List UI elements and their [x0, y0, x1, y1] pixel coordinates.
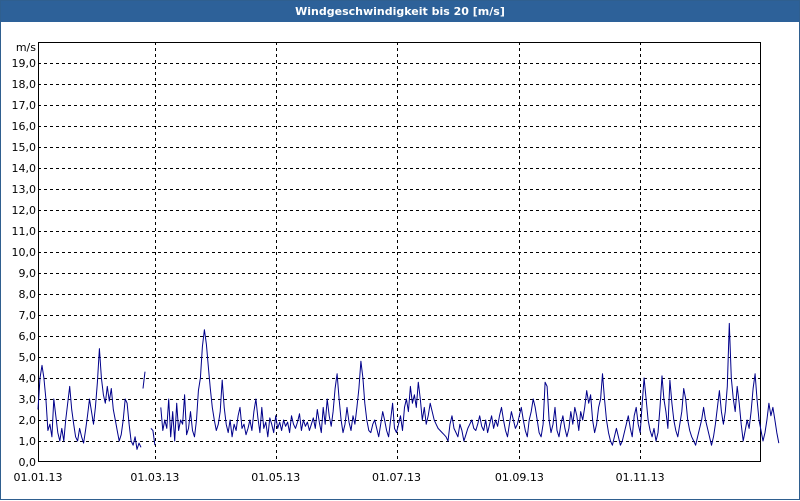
x-tick-label: 01.05.13 [251, 471, 300, 484]
x-tick-label: 01.09.13 [495, 471, 544, 484]
y-tick-label: 11,0 [12, 225, 37, 238]
y-tick-label: 12,0 [12, 204, 37, 217]
y-tick-label: 5,0 [19, 351, 37, 364]
y-tick-label: 14,0 [12, 162, 37, 175]
y-tick-label: 15,0 [12, 141, 37, 154]
wind-speed-series-segment [37, 348, 142, 450]
wind-speed-series-segment [150, 428, 156, 446]
x-tick-label: 01.07.13 [372, 471, 421, 484]
y-tick-label: 0,0 [19, 456, 37, 469]
y-tick-label: 16,0 [12, 120, 37, 133]
y-tick-label: 8,0 [19, 288, 37, 301]
wind-speed-line [37, 322, 780, 450]
x-tick-label: 01.03.13 [130, 471, 179, 484]
y-tick-label: 19,0 [12, 57, 37, 70]
wind-speed-series-segment [160, 322, 780, 446]
y-tick-label: 18,0 [12, 78, 37, 91]
y-tick-label: 2,0 [19, 414, 37, 427]
y-tick-label: 6,0 [19, 330, 37, 343]
grid [38, 42, 761, 462]
chart-plot: 0,0 1,0 2,0 3,0 4,0 5,0 6,0 7,0 8,0 9,0 10,0 11,0 12… [12, 41, 780, 484]
chart-window: Windgeschwindigkeit bis 20 [m/s] 0,0 1,0 2… [0, 0, 800, 500]
x-tick-label: 01.11.13 [616, 471, 665, 484]
y-tick-label: 4,0 [19, 372, 37, 385]
y-tick-label: 7,0 [19, 309, 37, 322]
y-tick-label: 13,0 [12, 183, 37, 196]
x-tick-label: 01.01.13 [14, 471, 63, 484]
wind-speed-series-segment [142, 371, 146, 389]
y-tick-label: 9,0 [19, 267, 37, 280]
y-axis-label: m/s [16, 41, 36, 54]
y-tick-label: 1,0 [19, 435, 37, 448]
y-tick-label: 10,0 [12, 246, 37, 259]
y-tick-label: 3,0 [19, 393, 37, 406]
tick-labels: 0,0 1,0 2,0 3,0 4,0 5,0 6,0 7,0 8,0 9,0 10,0 11,0 12… [12, 41, 665, 484]
y-tick-label: 17,0 [12, 99, 37, 112]
